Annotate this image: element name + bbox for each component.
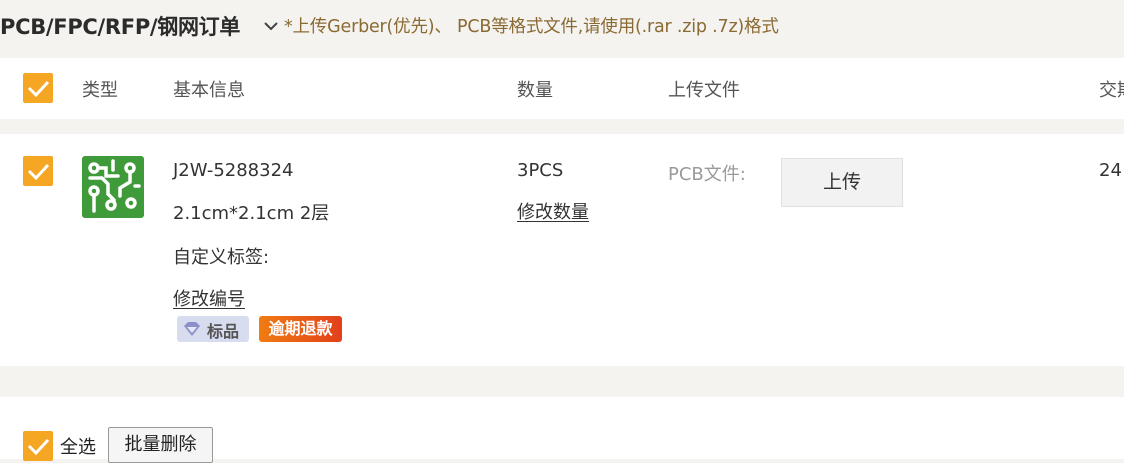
pcb-board-icon	[82, 156, 144, 218]
overdue-refund-badge: 逾期退款	[259, 316, 342, 342]
custom-label: 自定义标签:	[173, 247, 270, 268]
select-all-label[interactable]: 全选	[60, 433, 96, 459]
section-title: PCB/FPC/RFP/钢网订单	[0, 15, 241, 39]
quantity-value: 3PCS	[517, 160, 564, 181]
check-icon	[27, 438, 50, 456]
column-header-type: 类型	[82, 80, 118, 101]
column-header-upload: 上传文件	[668, 80, 740, 101]
table-row: J2W-5288324 2.1cm*2.1cm 2层 自定义标签: 修改编号 标…	[0, 134, 1124, 366]
column-header-qty: 数量	[517, 80, 553, 101]
board-spec: 2.1cm*2.1cm 2层	[173, 203, 330, 224]
pcb-file-label: PCB文件:	[668, 164, 746, 185]
standard-product-badge: 标品	[177, 316, 249, 342]
delivery-value: 24	[1099, 160, 1122, 181]
column-header-delivery: 交期	[1099, 80, 1124, 101]
edit-quantity-link[interactable]: 修改数量	[517, 198, 589, 224]
column-header-info: 基本信息	[173, 80, 245, 101]
chevron-down-icon[interactable]	[262, 17, 280, 35]
diamond-icon	[184, 322, 200, 336]
upload-button[interactable]: 上传	[781, 158, 903, 207]
header-select-checkbox[interactable]	[23, 73, 53, 103]
check-icon	[27, 163, 50, 181]
edit-number-link[interactable]: 修改编号	[173, 285, 245, 311]
table-header: 类型 基本信息 数量 上传文件 交期	[0, 58, 1124, 119]
bulk-delete-button[interactable]: 批量删除	[108, 427, 213, 463]
order-id: J2W-5288324	[173, 160, 294, 181]
upload-format-hint: *上传Gerber(优先)、 PCB等格式文件,请使用(.rar .zip .7…	[284, 17, 779, 37]
order-section-header: PCB/FPC/RFP/钢网订单 *上传Gerber(优先)、 PCB等格式文件…	[0, 0, 1124, 56]
select-all-checkbox[interactable]	[23, 431, 53, 461]
check-icon	[27, 80, 50, 98]
row-select-checkbox[interactable]	[23, 156, 53, 186]
bulk-actions-bar: 全选 批量删除	[0, 397, 1124, 463]
